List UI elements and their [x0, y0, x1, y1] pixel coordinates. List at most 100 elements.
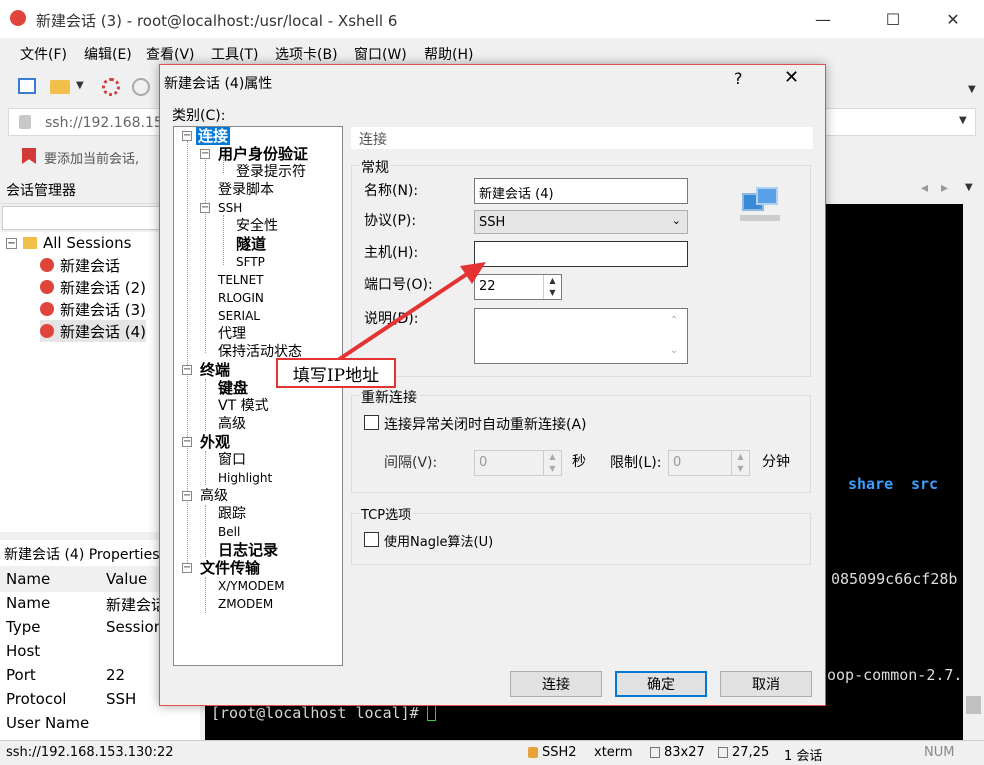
- category-advanced[interactable]: 高级: [200, 487, 228, 505]
- name-input[interactable]: 新建会话 (4): [474, 178, 688, 204]
- general-group-title: 常规: [359, 157, 391, 177]
- collapse-icon[interactable]: −: [182, 491, 192, 501]
- port-input[interactable]: 22 ▲ ▼: [474, 274, 562, 300]
- nagle-label: 使用Nagle算法(U): [384, 535, 494, 550]
- spin-up-icon[interactable]: ▲: [731, 451, 749, 463]
- limit-input[interactable]: 0 ▲ ▼: [668, 450, 750, 476]
- nagle-checkbox[interactable]: [364, 532, 379, 547]
- category-logging[interactable]: 日志记录: [218, 541, 278, 559]
- collapse-icon[interactable]: −: [6, 237, 17, 249]
- category-terminal[interactable]: 终端: [200, 361, 230, 379]
- category-connection[interactable]: 连接: [196, 127, 231, 145]
- tree-item-session-selected[interactable]: 新建会话 (4): [40, 320, 147, 342]
- category-telnet[interactable]: TELNET: [218, 271, 264, 289]
- open-folder-icon[interactable]: [50, 80, 70, 94]
- host-input[interactable]: [474, 241, 688, 267]
- property-name: Name: [6, 594, 51, 612]
- terminal-scrollbar[interactable]: [963, 204, 984, 740]
- connect-button[interactable]: 连接: [510, 671, 602, 697]
- collapse-icon[interactable]: −: [200, 149, 210, 159]
- limit-unit: 分钟: [762, 454, 790, 470]
- category-tunneling[interactable]: 隧道: [236, 235, 266, 253]
- category-sftp[interactable]: SFTP: [236, 253, 265, 271]
- new-session-icon[interactable]: [18, 78, 36, 94]
- help-button[interactable]: ?: [734, 69, 743, 88]
- tab-scroll-left-icon[interactable]: ◂: [921, 180, 928, 196]
- property-name: Type: [6, 618, 41, 636]
- category-appearance[interactable]: 外观: [200, 433, 230, 451]
- auto-reconnect-checkbox[interactable]: [364, 415, 379, 430]
- category-login-prompts[interactable]: 登录提示符: [236, 163, 306, 181]
- dialog-close-button[interactable]: ✕: [784, 67, 799, 88]
- scroll-up-icon[interactable]: ⌃: [670, 315, 678, 326]
- category-authentication[interactable]: 用户身份验证: [218, 145, 308, 163]
- port-value: 22: [479, 279, 496, 294]
- tab-scroll-right-icon[interactable]: ▸: [941, 180, 948, 196]
- toolbar-overflow-icon[interactable]: ▼: [968, 84, 976, 95]
- tree-item-session[interactable]: 新建会话: [40, 254, 120, 276]
- category-terminal-advanced[interactable]: 高级: [218, 415, 246, 433]
- scrollbar-thumb[interactable]: [966, 696, 981, 714]
- chevron-down-icon[interactable]: ▼: [76, 80, 84, 91]
- spin-down-icon[interactable]: ▼: [543, 463, 561, 475]
- collapse-icon[interactable]: −: [182, 365, 192, 375]
- category-trace[interactable]: 跟踪: [218, 505, 246, 523]
- status-size: 83x27: [664, 745, 705, 760]
- disconnect-icon[interactable]: [102, 78, 120, 96]
- collapse-icon[interactable]: −: [182, 131, 192, 141]
- category-security[interactable]: 安全性: [236, 217, 278, 235]
- spin-down-icon[interactable]: ▼: [731, 463, 749, 475]
- interval-input[interactable]: 0 ▲ ▼: [474, 450, 562, 476]
- category-vt-modes[interactable]: VT 模式: [218, 397, 269, 415]
- category-login-scripts[interactable]: 登录脚本: [218, 181, 274, 199]
- maximize-button[interactable]: ☐: [870, 0, 916, 38]
- category-rlogin[interactable]: RLOGIN: [218, 289, 264, 307]
- category-keyboard[interactable]: 键盘: [218, 379, 248, 397]
- status-term: xterm: [594, 745, 633, 760]
- menu-view[interactable]: 查看(V): [146, 44, 195, 64]
- category-window[interactable]: 窗口: [218, 451, 246, 469]
- collapse-icon[interactable]: −: [200, 203, 210, 213]
- chevron-down-icon: ⌄: [671, 214, 681, 227]
- protocol-select[interactable]: SSH ⌄: [474, 210, 688, 234]
- tree-item-session[interactable]: 新建会话 (3): [40, 298, 146, 320]
- category-highlight[interactable]: Highlight: [218, 469, 272, 487]
- status-protocol: SSH2: [542, 745, 577, 760]
- category-ssh[interactable]: SSH: [218, 199, 242, 217]
- address-dropdown-icon[interactable]: ▼: [959, 115, 967, 126]
- category-xymodem[interactable]: X/YMODEM: [218, 577, 285, 595]
- folder-icon: [23, 237, 37, 249]
- tab-list-icon[interactable]: ▼: [965, 182, 973, 193]
- column-header-name[interactable]: Name: [6, 570, 50, 588]
- scroll-down-icon[interactable]: ⌄: [670, 345, 678, 356]
- minimize-button[interactable]: —: [800, 0, 846, 38]
- close-button[interactable]: ✕: [930, 0, 976, 38]
- address-input[interactable]: ssh://192.168.15: [45, 115, 163, 131]
- cancel-button[interactable]: 取消: [720, 671, 812, 697]
- tree-item-session[interactable]: 新建会话 (2): [40, 276, 146, 298]
- menu-file[interactable]: 文件(F): [20, 44, 67, 64]
- collapse-icon[interactable]: −: [182, 437, 192, 447]
- spin-up-icon[interactable]: ▲: [543, 451, 561, 463]
- description-label: 说明(D):: [364, 311, 419, 327]
- reconnect-icon[interactable]: [132, 78, 150, 96]
- menu-tabs[interactable]: 选项卡(B): [275, 44, 338, 64]
- spin-up-icon[interactable]: ▲: [543, 275, 561, 287]
- spin-down-icon[interactable]: ▼: [543, 287, 561, 299]
- category-proxy[interactable]: 代理: [218, 325, 246, 343]
- menu-window[interactable]: 窗口(W): [354, 44, 407, 64]
- collapse-icon[interactable]: −: [182, 563, 192, 573]
- ok-button[interactable]: 确定: [615, 671, 707, 697]
- menu-help[interactable]: 帮助(H): [424, 44, 473, 64]
- tree-item-label: 新建会话 (2): [60, 278, 147, 297]
- menu-tools[interactable]: 工具(T): [211, 44, 258, 64]
- category-file-transfer[interactable]: 文件传输: [200, 559, 260, 577]
- category-bell[interactable]: Bell: [218, 523, 240, 541]
- category-serial[interactable]: SERIAL: [218, 307, 260, 325]
- menu-edit[interactable]: 编辑(E): [84, 44, 132, 64]
- category-zmodem[interactable]: ZMODEM: [218, 595, 273, 613]
- tree-item-all-sessions[interactable]: − All Sessions: [0, 232, 131, 254]
- description-input[interactable]: [474, 308, 688, 364]
- port-label: 端口号(O):: [364, 277, 433, 293]
- name-label: 名称(N):: [364, 183, 419, 199]
